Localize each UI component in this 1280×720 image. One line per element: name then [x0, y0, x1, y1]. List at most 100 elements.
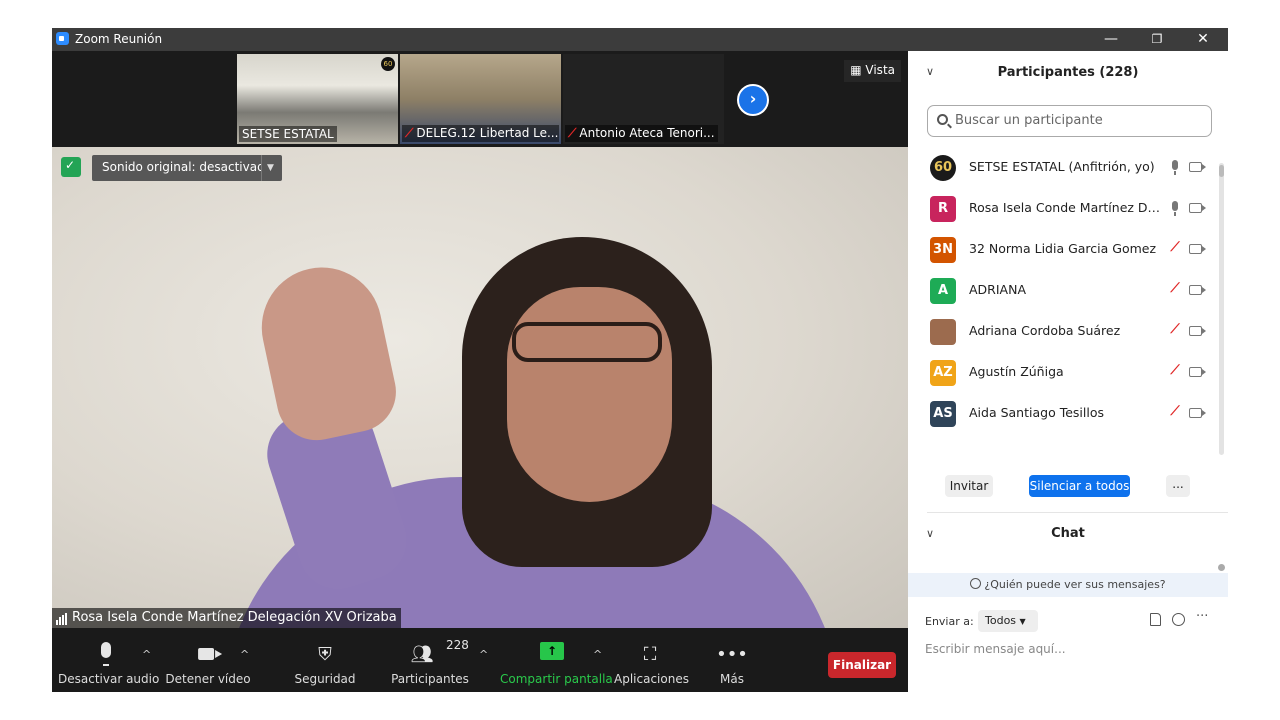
who-can-see-messages[interactable]: ¿Quién puede ver sus mensajes?: [908, 573, 1228, 597]
participant-name: Aida Santiago Tesillos: [969, 405, 1104, 420]
camera-off-icon[interactable]: [1189, 203, 1206, 213]
participants-count: 228: [446, 638, 469, 652]
main-speaker-video: Sonido original: desactivado ▼ Rosa Isel…: [52, 147, 908, 628]
view-button[interactable]: ▦ Vista: [844, 60, 901, 82]
people-icon: 👥︎: [410, 644, 434, 665]
signal-strength-icon: [56, 610, 68, 625]
camera-off-icon[interactable]: [1189, 285, 1206, 295]
restore-button[interactable]: ❐: [1134, 28, 1180, 51]
participants-header: ∨ Participantes (228): [908, 51, 1228, 95]
minimize-button[interactable]: —: [1088, 28, 1134, 51]
mic-muted-icon[interactable]: ⟋: [1166, 240, 1184, 258]
participant-row[interactable]: Adriana Cordoba Suárez ⟋: [908, 311, 1218, 352]
microphone-icon: [101, 642, 111, 666]
video-area: 60 SETSE ESTATAL ⟋ DELEG.12 Libertad Le..…: [52, 51, 908, 692]
avatar: A: [930, 278, 956, 304]
zoom-window: Zoom Reunión — ❐ ✕ 60 SETSE ESTATAL ⟋ DEL…: [52, 28, 1228, 692]
search-icon: [937, 114, 948, 125]
participant-name: Agustín Zúñiga: [969, 364, 1064, 379]
next-page-arrow-icon[interactable]: ›: [737, 84, 769, 116]
invite-button[interactable]: Invitar: [945, 475, 993, 497]
original-sound-toggle[interactable]: Sonido original: desactivado: [92, 155, 283, 181]
chat-more-icon[interactable]: ···: [1196, 609, 1208, 624]
grid-icon: ▦: [850, 63, 866, 77]
share-arrow-icon: ↑: [540, 642, 564, 660]
participant-row[interactable]: R Rosa Isela Conde Martínez Delegación XV…: [908, 188, 1218, 229]
mute-audio-button[interactable]: Desactivar audio: [58, 628, 159, 692]
participant-list-scrollbar[interactable]: [1219, 163, 1224, 455]
thumbnail-video[interactable]: ⟋ DELEG.12 Libertad Le...: [400, 54, 561, 144]
thumbnail-name: ⟋ DELEG.12 Libertad Le...: [402, 125, 559, 142]
send-to-dropdown[interactable]: Todos ▼: [978, 610, 1038, 632]
emoji-icon[interactable]: [1172, 613, 1185, 626]
mute-all-button[interactable]: Silenciar a todos: [1029, 475, 1130, 497]
mic-muted-icon[interactable]: ⟋: [1166, 281, 1184, 299]
thumbnail-video[interactable]: 60 SETSE ESTATAL: [237, 54, 398, 144]
avatar: AS: [930, 401, 956, 427]
chat-scrollbar[interactable]: [1218, 564, 1225, 571]
participant-row[interactable]: 3N 32 Norma Lidia Garcia Gomez ⟋: [908, 229, 1218, 270]
participant-name: 32 Norma Lidia Garcia Gomez: [969, 241, 1157, 256]
camera-off-icon[interactable]: [1189, 326, 1206, 336]
security-button[interactable]: ⛨ Seguridad: [288, 628, 362, 692]
participant-search-input[interactable]: Buscar un participante: [927, 105, 1212, 137]
thumbnail-video[interactable]: ⟋ Antonio Ateca Tenori...: [563, 54, 724, 144]
chat-title: Chat: [1051, 526, 1085, 541]
camera-icon: [198, 648, 223, 660]
speaker-hand: [250, 256, 404, 448]
file-icon[interactable]: [1150, 613, 1161, 626]
mic-muted-icon: ⟋: [405, 126, 414, 140]
mic-muted-icon[interactable]: ⟋: [1166, 322, 1184, 340]
camera-off-icon[interactable]: [1189, 162, 1206, 172]
meeting-toolbar: Desactivar audio ^ Detener vídeo ^ ⛨ Seg…: [52, 628, 908, 692]
avatar: AZ: [930, 360, 956, 386]
side-panel: ∨ Participantes (228) Buscar un particip…: [908, 51, 1228, 692]
mic-muted-icon[interactable]: ⟋: [1166, 363, 1184, 381]
chat-message-input[interactable]: Escribir mensaje aquí...: [925, 642, 1215, 662]
share-options-caret-icon[interactable]: ^: [593, 648, 602, 661]
chevron-down-icon: ▼: [1019, 617, 1026, 626]
participant-row[interactable]: A ADRIANA ⟋: [908, 270, 1218, 311]
camera-off-icon[interactable]: [1189, 367, 1206, 377]
participants-title: Participantes (228): [997, 65, 1139, 80]
chevron-down-icon[interactable]: ▼: [261, 155, 279, 181]
encryption-shield-icon[interactable]: [61, 157, 81, 177]
stop-video-button[interactable]: Detener vídeo: [165, 628, 251, 692]
participant-name: SETSE ESTATAL (Anfitrión, yo): [969, 159, 1155, 174]
sixty-badge-icon: 60: [381, 57, 395, 71]
participants-more-button[interactable]: ...: [1166, 475, 1190, 497]
apps-icon: ⛶: [643, 644, 657, 665]
speaker-name-label: Rosa Isela Conde Martínez Delegación XV …: [52, 608, 401, 628]
microphone-icon[interactable]: [1166, 199, 1184, 217]
participants-options-caret-icon[interactable]: ^: [479, 648, 488, 661]
send-to-label: Enviar a:: [925, 615, 974, 628]
camera-off-icon[interactable]: [1189, 408, 1206, 418]
camera-off-icon[interactable]: [1189, 244, 1206, 254]
thumbnail-name: ⟋ Antonio Ateca Tenori...: [565, 125, 718, 142]
avatar: 60: [930, 155, 956, 181]
mic-muted-icon[interactable]: ⟋: [1166, 404, 1184, 422]
thumbnail-name: SETSE ESTATAL: [239, 126, 337, 142]
end-meeting-button[interactable]: Finalizar: [828, 652, 896, 678]
shield-icon: ⛨: [318, 644, 332, 665]
zoom-app-icon: [56, 32, 69, 45]
title-bar: Zoom Reunión — ❐ ✕: [52, 28, 1228, 51]
participant-row[interactable]: AZ Agustín Zúñiga ⟋: [908, 352, 1218, 393]
share-screen-button[interactable]: ↑ Compartir pantalla: [500, 628, 613, 692]
audio-options-caret-icon[interactable]: ^: [142, 648, 151, 661]
speaker-glasses: [512, 322, 662, 362]
more-button[interactable]: ••• Más: [708, 628, 756, 692]
participant-row[interactable]: 60 SETSE ESTATAL (Anfitrión, yo): [908, 147, 1218, 188]
avatar: R: [930, 196, 956, 222]
apps-button[interactable]: ⛶ Aplicaciones: [614, 628, 689, 692]
chat-header: ∨ Chat: [908, 521, 1228, 549]
participant-name: ADRIANA: [969, 282, 1027, 297]
participant-name: Rosa Isela Conde Martínez Delegación XV …: [969, 200, 1161, 215]
participant-row[interactable]: AS Aida Santiago Tesillos ⟋: [908, 393, 1218, 434]
mic-muted-icon: ⟋: [568, 126, 577, 140]
video-options-caret-icon[interactable]: ^: [240, 648, 249, 661]
participants-button[interactable]: 👥︎ 228 Participantes: [390, 628, 470, 692]
participant-name: Adriana Cordoba Suárez: [969, 323, 1121, 338]
microphone-icon[interactable]: [1166, 158, 1184, 176]
close-button[interactable]: ✕: [1180, 28, 1226, 51]
